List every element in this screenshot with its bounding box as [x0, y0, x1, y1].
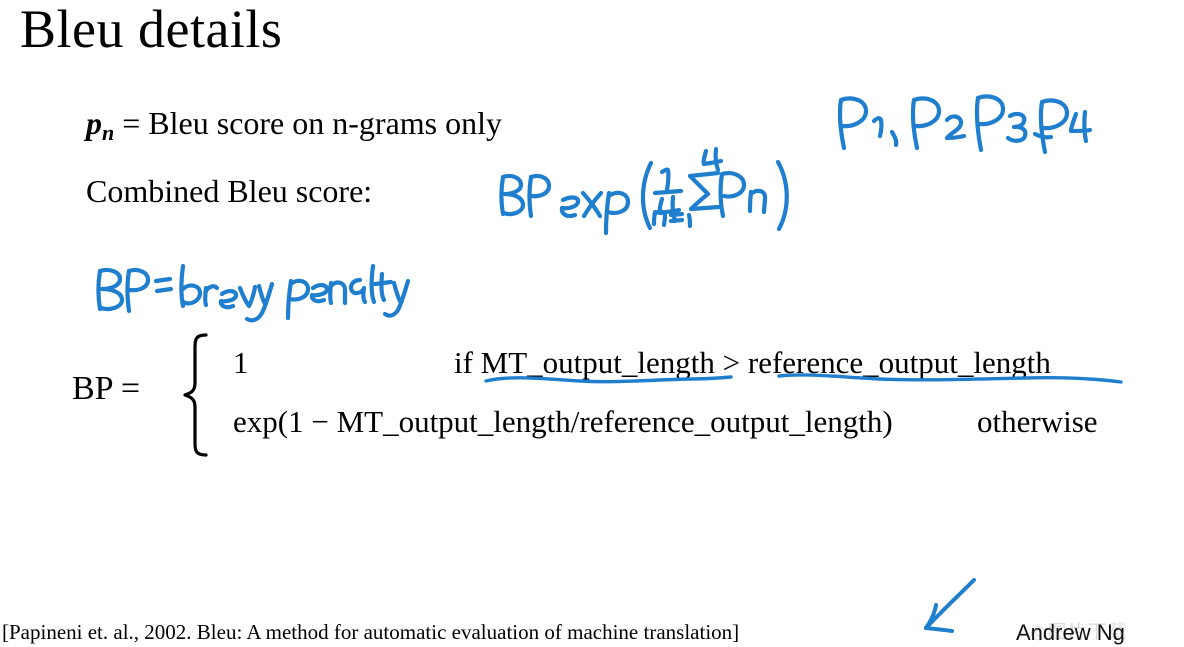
- pn-subscript: n: [102, 120, 115, 145]
- slide-canvas: Bleu details pn = Bleu score on n-grams …: [0, 0, 1184, 647]
- page-title: Bleu details: [20, 0, 283, 59]
- ink-annotation-layer: [96, 94, 1123, 633]
- pn-symbol: p: [86, 105, 102, 141]
- pn-definition-line: pn = Bleu score on n-grams only: [86, 105, 502, 145]
- presenter-name: Andrew Ng: [1016, 620, 1125, 645]
- bp-case2-condition: otherwise: [977, 404, 1098, 439]
- ink-combined-formula: [499, 146, 789, 236]
- ink-p-list: [837, 94, 1093, 155]
- combined-score-label: Combined Bleu score:: [86, 173, 373, 209]
- pn-definition-text: = Bleu score on n-grams only: [114, 105, 502, 141]
- citation-reference: [Papineni et. al., 2002. Bleu: A method …: [2, 620, 740, 644]
- bp-equation-label: BP =: [72, 370, 140, 407]
- bp-case2-value: exp(1 − MT_output_length/reference_outpu…: [233, 404, 893, 439]
- ink-bp-definition: [96, 263, 411, 323]
- presenter-watermark: ◎图片下载 Andrew Ng: [1016, 618, 1166, 647]
- curly-brace-icon: [183, 333, 208, 457]
- ink-arrow-to-citation: [924, 578, 976, 633]
- bp-case1-condition: if MT_output_length > reference_output_l…: [454, 345, 1051, 380]
- bp-case1-value: 1: [233, 345, 249, 380]
